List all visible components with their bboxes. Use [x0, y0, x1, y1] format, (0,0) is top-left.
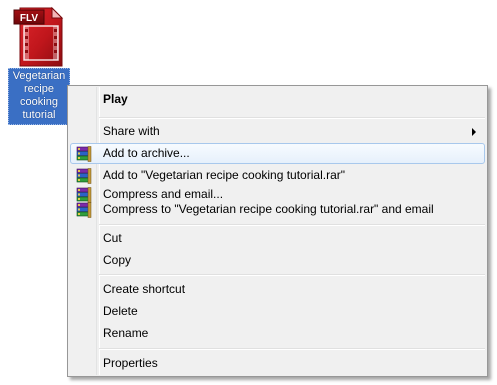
menu-separator [99, 224, 485, 226]
menu-item-share-with[interactable]: Share with [70, 121, 485, 142]
context-menu: Play Share with Add to archive... Add to [67, 85, 488, 377]
menu-item-label: Compress to "Vegetarian recipe cooking t… [103, 202, 434, 216]
menu-item-label: Add to archive... [103, 146, 190, 160]
desktop-file-item[interactable]: FLV Vegetarian recipe cooking tutorial [4, 4, 74, 128]
menu-item-label: Play [103, 92, 128, 106]
menu-item-play[interactable]: Play [70, 89, 485, 110]
menu-item-label: Cut [103, 231, 122, 245]
menu-item-label: Share with [103, 124, 160, 138]
menu-item-label: Copy [103, 253, 132, 267]
menu-separator [99, 348, 485, 350]
menu-item-add-to-archive[interactable]: Add to archive... [70, 143, 485, 164]
menu-item-add-to-rar[interactable]: Add to "Vegetarian recipe cooking tutori… [70, 165, 485, 186]
menu-item-compress-to-rar-and-email[interactable]: Compress to "Vegetarian recipe cooking t… [70, 199, 485, 220]
menu-separator [99, 117, 485, 119]
menu-item-cut[interactable]: Cut [70, 228, 485, 249]
menu-item-label: Add to "Vegetarian recipe cooking tutori… [103, 168, 345, 182]
flv-file-icon: FLV [13, 6, 64, 67]
file-name-label[interactable]: Vegetarian recipe cooking tutorial [8, 68, 70, 125]
menu-item-properties[interactable]: Properties [70, 353, 485, 374]
winrar-archive-icon [76, 168, 92, 184]
file-type-badge: FLV [20, 13, 38, 24]
menu-item-rename[interactable]: Rename [70, 323, 485, 344]
winrar-archive-icon [76, 202, 92, 218]
menu-item-copy[interactable]: Copy [70, 250, 485, 271]
menu-item-label: Rename [103, 326, 149, 340]
menu-item-delete[interactable]: Delete [70, 301, 485, 322]
chevron-right-icon [472, 128, 476, 136]
menu-item-label: Delete [103, 304, 138, 318]
winrar-archive-icon [76, 146, 92, 162]
menu-separator [99, 274, 485, 276]
menu-item-create-shortcut[interactable]: Create shortcut [70, 279, 485, 300]
menu-item-label: Create shortcut [103, 282, 186, 296]
menu-item-label: Properties [103, 356, 158, 370]
